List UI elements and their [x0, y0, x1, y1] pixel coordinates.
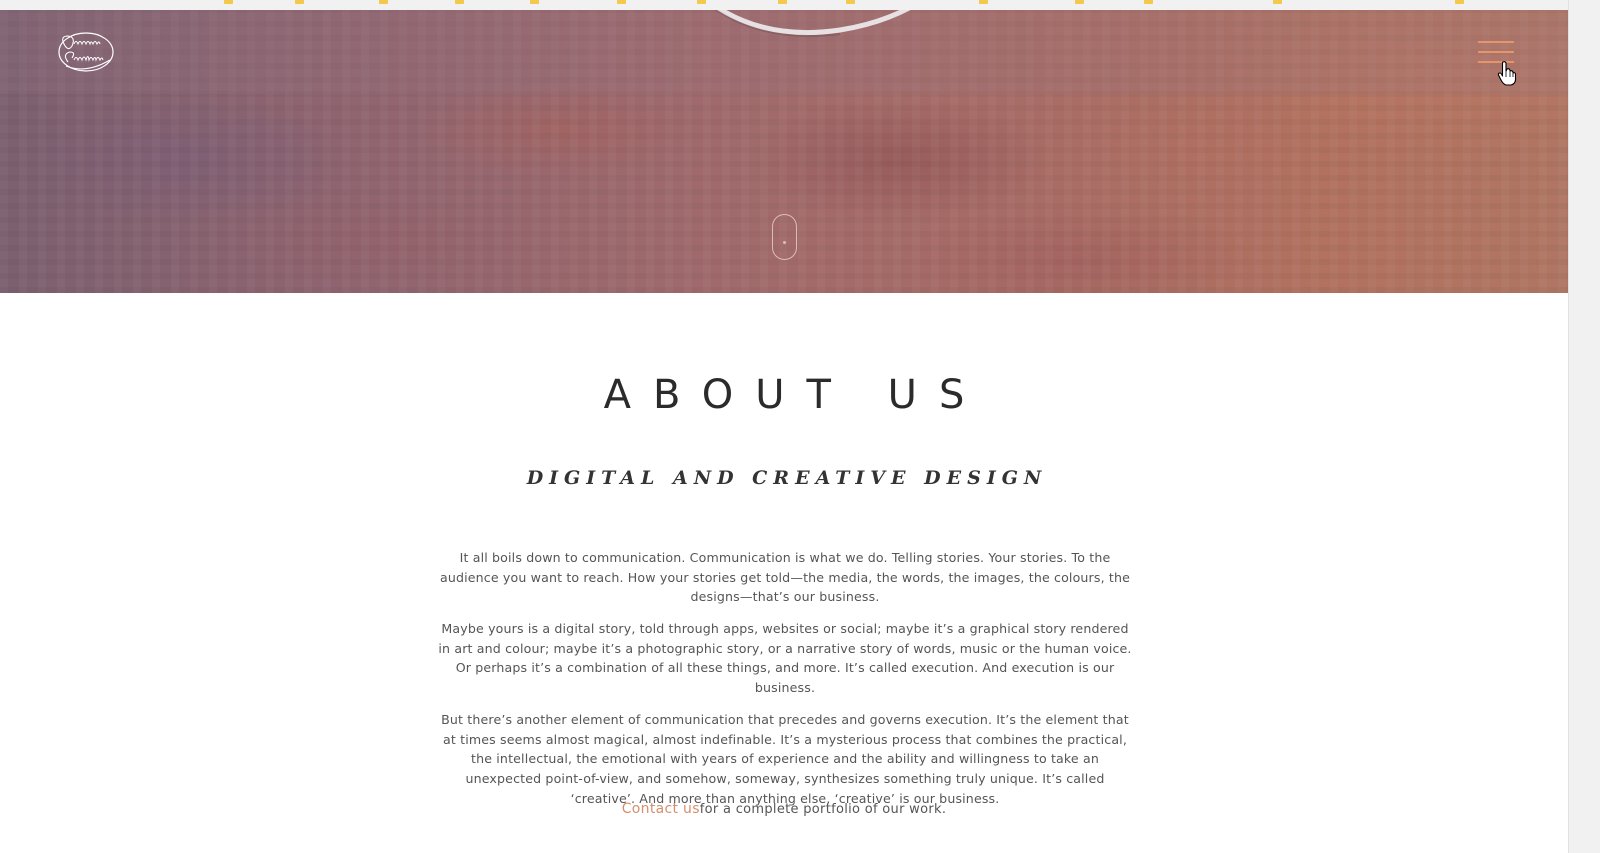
bookmark-folder-icon[interactable]: [1455, 0, 1464, 4]
bookmark-folder-icon[interactable]: [617, 0, 626, 4]
scroll-wheel-dot: [783, 241, 786, 244]
about-paragraph: Maybe yours is a digital story, told thr…: [438, 621, 1132, 696]
scroll-mouse-icon[interactable]: [772, 214, 797, 260]
menu-bar-line: [1478, 41, 1514, 43]
page-scrollbar[interactable]: [1568, 0, 1600, 853]
bookmark-folder-icon[interactable]: [530, 0, 539, 4]
site-header: [0, 10, 1568, 94]
bookmark-folder-icon[interactable]: [1144, 0, 1153, 4]
about-paragraph: It all boils down to communication. Comm…: [439, 550, 1131, 605]
menu-bar-line: [1478, 51, 1514, 53]
contact-line: Contact usfor a complete portfolio of ou…: [0, 801, 1568, 817]
page: ABOUT US DIGITAL AND CREATIVE DESIGN It …: [0, 0, 1600, 853]
about-us-body: It all boils down to communication. Comm…: [434, 548, 1136, 821]
bookmark-folder-icon[interactable]: [778, 0, 787, 4]
about-paragraph: But there’s another element of communica…: [441, 712, 1129, 806]
hero-banner: [0, 10, 1568, 293]
omniart-creative-logo[interactable]: [56, 30, 116, 76]
bookmark-folder-icon[interactable]: [1075, 0, 1084, 4]
contact-us-link[interactable]: Contact us: [622, 801, 700, 817]
bookmark-folder-icon[interactable]: [224, 0, 233, 4]
bookmark-folder-icon[interactable]: [979, 0, 988, 4]
bookmark-folder-icon[interactable]: [455, 0, 464, 4]
bookmark-folder-icon[interactable]: [1273, 0, 1282, 4]
bookmark-folder-icon[interactable]: [846, 0, 855, 4]
contact-suffix-text: for a complete portfolio of our work.: [699, 802, 947, 817]
about-us-heading: ABOUT US: [603, 372, 987, 418]
hand-pointer-cursor-icon: [1497, 61, 1517, 86]
bookmark-folder-icon[interactable]: [379, 0, 388, 4]
about-us-subtitle: DIGITAL AND CREATIVE DESIGN: [526, 467, 1048, 489]
bookmark-folder-icon[interactable]: [295, 0, 304, 4]
bookmark-folder-icon[interactable]: [697, 0, 706, 4]
